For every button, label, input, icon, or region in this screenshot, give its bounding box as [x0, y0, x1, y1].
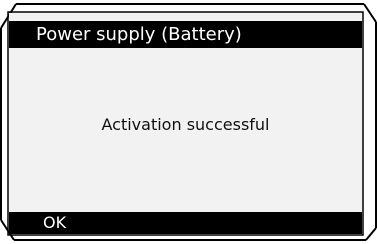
device-screen: Power supply (Battery) Activation succes…: [0, 0, 377, 244]
ok-button[interactable]: OK: [43, 212, 66, 234]
title-bar: Power supply (Battery): [9, 21, 362, 48]
page-title: Power supply (Battery): [36, 24, 242, 45]
softkey-bar: OK: [9, 212, 362, 234]
status-message: Activation successful: [101, 115, 270, 134]
display-panel: Power supply (Battery) Activation succes…: [9, 13, 362, 234]
